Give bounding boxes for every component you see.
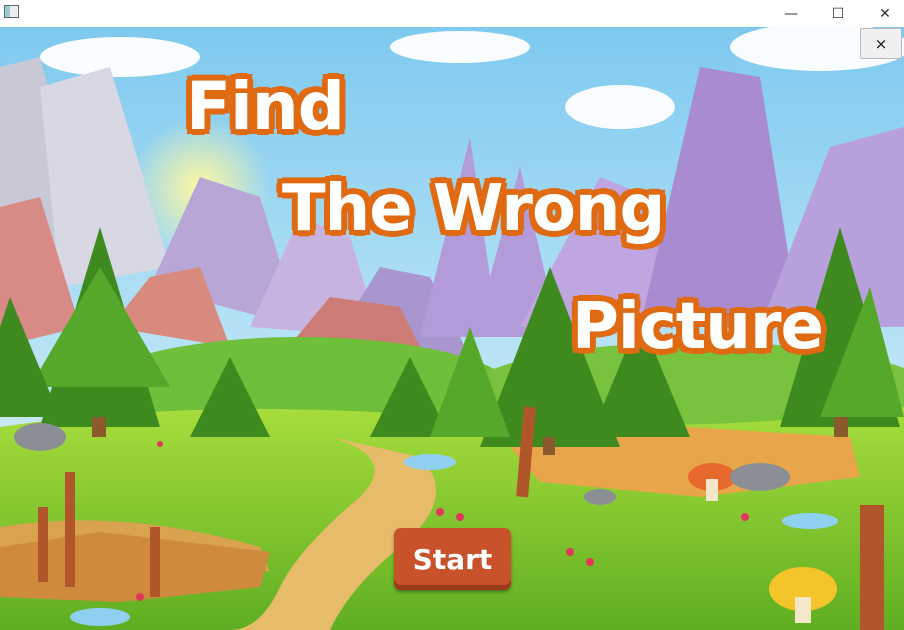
- app-icon: [4, 5, 19, 18]
- game-title-line-1: Find: [186, 68, 345, 145]
- start-button[interactable]: Start: [394, 528, 511, 590]
- minimize-button[interactable]: —: [768, 0, 814, 27]
- window-titlebar: — ☐ ✕: [0, 0, 904, 27]
- close-game-button[interactable]: ×: [860, 28, 902, 59]
- maximize-button[interactable]: ☐: [815, 0, 861, 27]
- game-title-line-2: The Wrong: [282, 172, 665, 246]
- game-title-line-3: Picture: [572, 290, 824, 364]
- window-close-button[interactable]: ✕: [862, 0, 904, 27]
